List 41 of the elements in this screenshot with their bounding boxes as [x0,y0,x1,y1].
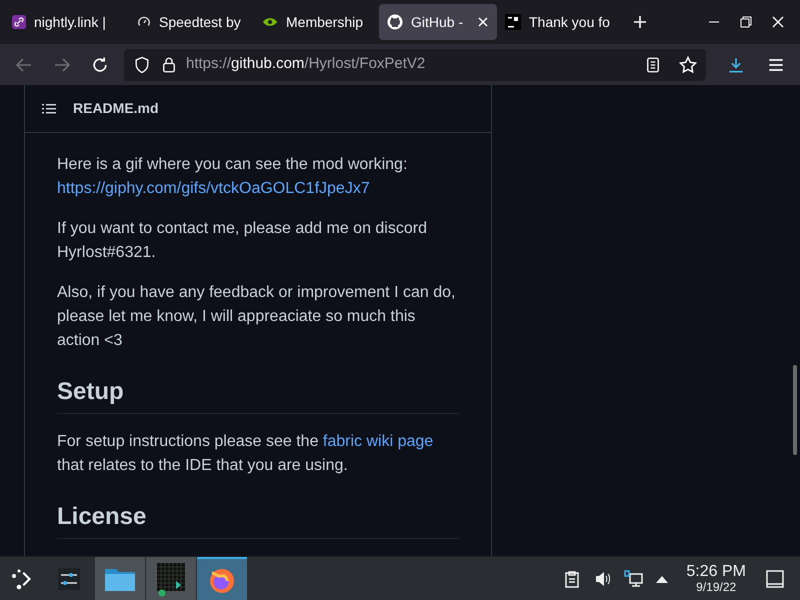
cat-logo-icon [387,14,403,30]
network-icon[interactable] [624,570,644,588]
taskbar-app[interactable] [146,556,196,600]
browser-tab[interactable]: nightly.link | [4,4,129,40]
browser-tab[interactable]: Membership [254,4,379,40]
grid-icon [154,560,188,596]
link-icon [12,15,26,29]
paragraph: Here is a gif where you can see the mod working: https://giphy.com/gifs/vtckOaGOLC1fJpeJx7 [57,155,408,199]
clock-time[interactable]: 5:26 PM [686,563,746,580]
close-icon[interactable] [477,16,489,28]
new-tab-icon[interactable] [632,14,648,30]
expand-up-icon[interactable] [656,574,668,582]
taskbar-app[interactable] [95,556,145,600]
file-title: README.md [73,99,159,118]
link[interactable]: fabric wiki page [322,433,434,450]
section-heading: Setup [57,377,124,407]
browser-tab[interactable]: GitHub - [379,4,497,40]
clipboard-icon[interactable] [564,570,580,588]
restore-icon[interactable] [740,16,752,28]
paragraph: Also, if you have any feedback or improvement I can do, please let me know, I will appreaciate so much this action <3 [57,283,456,351]
paragraph: If you want to contact me, please add me on discord Hyrlost#6321. [57,219,428,263]
sliders-icon [56,566,82,592]
paragraph: For setup instructions please see the fabric wiki page that relates to the IDE that you are using. [57,432,434,476]
launcher-icon[interactable] [10,566,34,590]
square-logo-icon [505,14,521,30]
show-desktop-icon[interactable] [766,570,784,588]
scrollbar-thumb[interactable] [793,365,797,455]
section-heading: License [57,502,146,532]
clock-date[interactable]: 9/19/22 [696,580,736,594]
taskbar-app[interactable] [197,556,247,600]
speaker-icon[interactable] [594,570,612,588]
browser-tab[interactable]: Speedtest by [129,4,254,40]
eye-logo-icon [262,16,278,28]
link[interactable]: https://giphy.com/gifs/vtckOaGOLC1fJpeJx7 [57,180,370,197]
reader-view-icon[interactable] [644,56,662,74]
address-bar[interactable]: https://github.com/Hyrlost/FoxPetV2 [124,48,706,80]
star-icon[interactable] [678,54,698,74]
browser-tab[interactable]: Thank you fo [497,4,622,40]
close-icon[interactable] [772,16,784,28]
url-text: https://github.com/Hyrlost/FoxPetV2 [186,54,426,74]
lock-icon [160,56,178,74]
